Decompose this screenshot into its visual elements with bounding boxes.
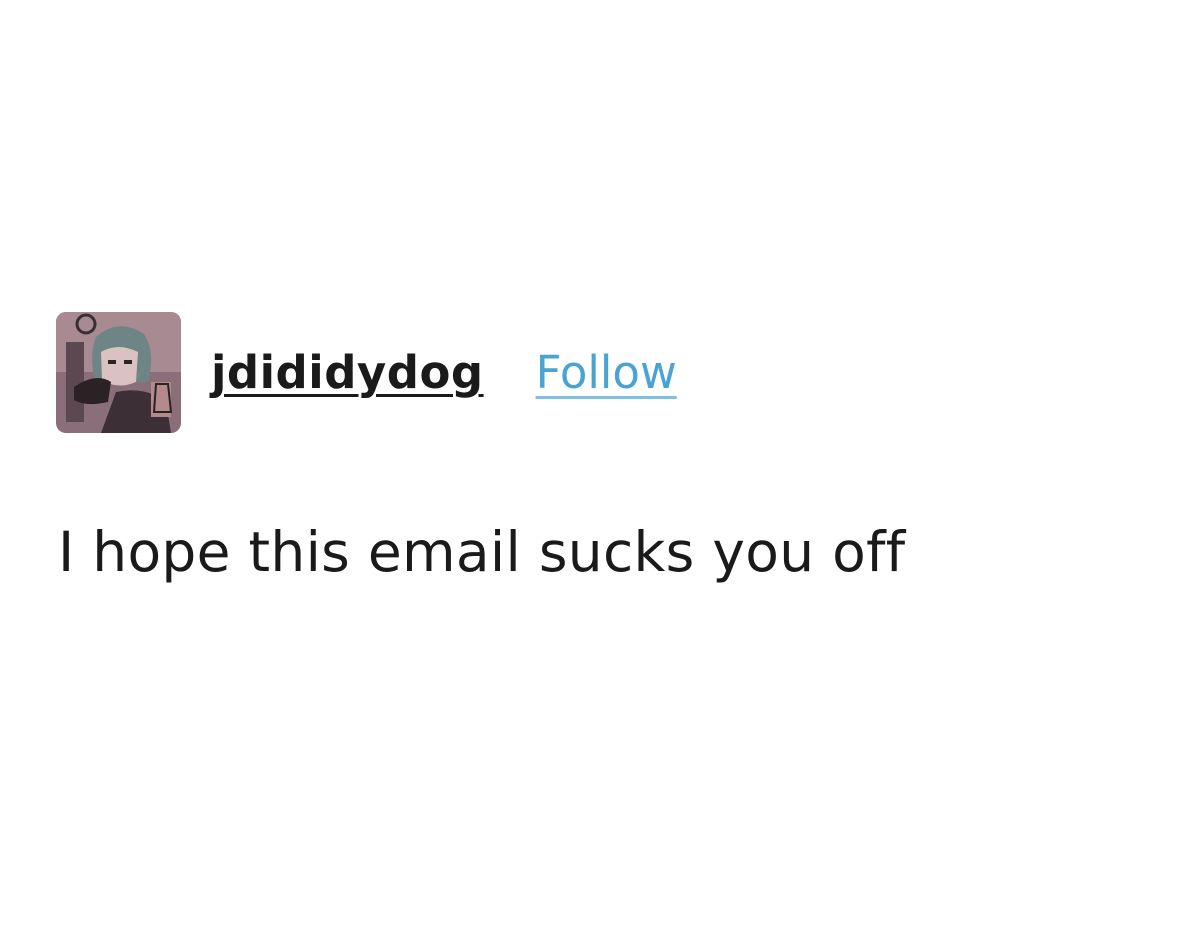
- post-header: jdididydog Follow: [56, 312, 677, 433]
- post-text: I hope this email sucks you off: [58, 520, 906, 584]
- follow-button[interactable]: Follow: [536, 346, 677, 399]
- username-link[interactable]: jdididydog: [211, 346, 484, 399]
- post-card: jdididydog Follow I hope this email suck…: [0, 0, 1179, 934]
- user-avatar[interactable]: [56, 312, 181, 433]
- avatar-image: [56, 312, 181, 433]
